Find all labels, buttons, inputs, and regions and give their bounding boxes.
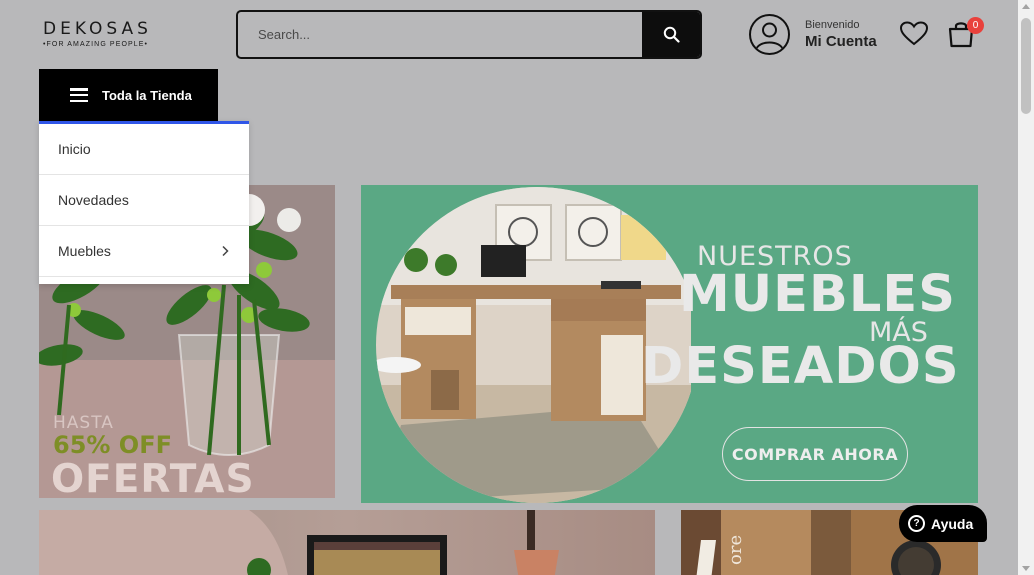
menu-item-label: Muebles	[58, 243, 111, 259]
category-dropdown: Inicio Novedades Muebles	[39, 121, 249, 284]
search-button[interactable]	[642, 12, 700, 57]
question-icon: ?	[908, 515, 925, 532]
chevron-right-icon	[222, 245, 229, 257]
user-icon	[749, 14, 790, 55]
promo-ofertas: OFERTAS	[51, 457, 255, 498]
menu-item-inicio[interactable]: Inicio	[39, 124, 249, 175]
promo-hasta: HASTA	[53, 413, 114, 433]
cart-count-badge: 0	[967, 17, 984, 34]
scroll-up-arrow-icon[interactable]	[1022, 4, 1030, 9]
search-input[interactable]	[238, 12, 642, 57]
menu-item-label: Novedades	[58, 192, 129, 208]
all-categories-button[interactable]: Toda la Tienda	[39, 69, 218, 121]
workspace-banner[interactable]	[39, 510, 655, 575]
all-categories-label: Toda la Tienda	[102, 87, 192, 103]
menu-item-novedades[interactable]: Novedades	[39, 175, 249, 226]
help-button[interactable]: ? Ayuda	[899, 505, 987, 542]
logo-wordmark: DEKOSAS	[43, 19, 152, 39]
muebles-banner[interactable]: NUESTROS MUEBLES MÁS DESEADOS COMPRAR AH…	[361, 185, 978, 503]
workspace-image	[39, 510, 559, 575]
site-logo[interactable]: DEKOSAS •FOR AMAZING PEOPLE•	[43, 19, 157, 48]
page-scrollbar[interactable]	[1018, 0, 1034, 575]
menu-item-muebles[interactable]: Muebles	[39, 226, 249, 277]
search-icon	[663, 26, 680, 43]
banner-muebles: MUEBLES	[679, 265, 956, 324]
comprar-ahora-button[interactable]: COMPRAR AHORA	[722, 427, 908, 481]
logo-tagline: •FOR AMAZING PEOPLE•	[43, 41, 149, 48]
scrollbar-thumb[interactable]	[1021, 18, 1031, 114]
account-link[interactable]: Bienvenido Mi Cuenta	[749, 14, 877, 55]
menu-item-label: Inicio	[58, 141, 91, 157]
account-label: Mi Cuenta	[805, 33, 877, 50]
scroll-down-arrow-icon[interactable]	[1022, 566, 1030, 571]
search-bar	[236, 10, 702, 59]
banner-deseados: DESEADOS	[641, 337, 960, 396]
wishlist-icon[interactable]	[899, 21, 929, 51]
promo-discount: 65% OFF	[53, 431, 172, 459]
svg-text:ore: ore	[725, 535, 746, 565]
account-greeting: Bienvenido	[805, 19, 860, 31]
help-label: Ayuda	[931, 515, 974, 532]
hamburger-icon	[70, 88, 88, 102]
